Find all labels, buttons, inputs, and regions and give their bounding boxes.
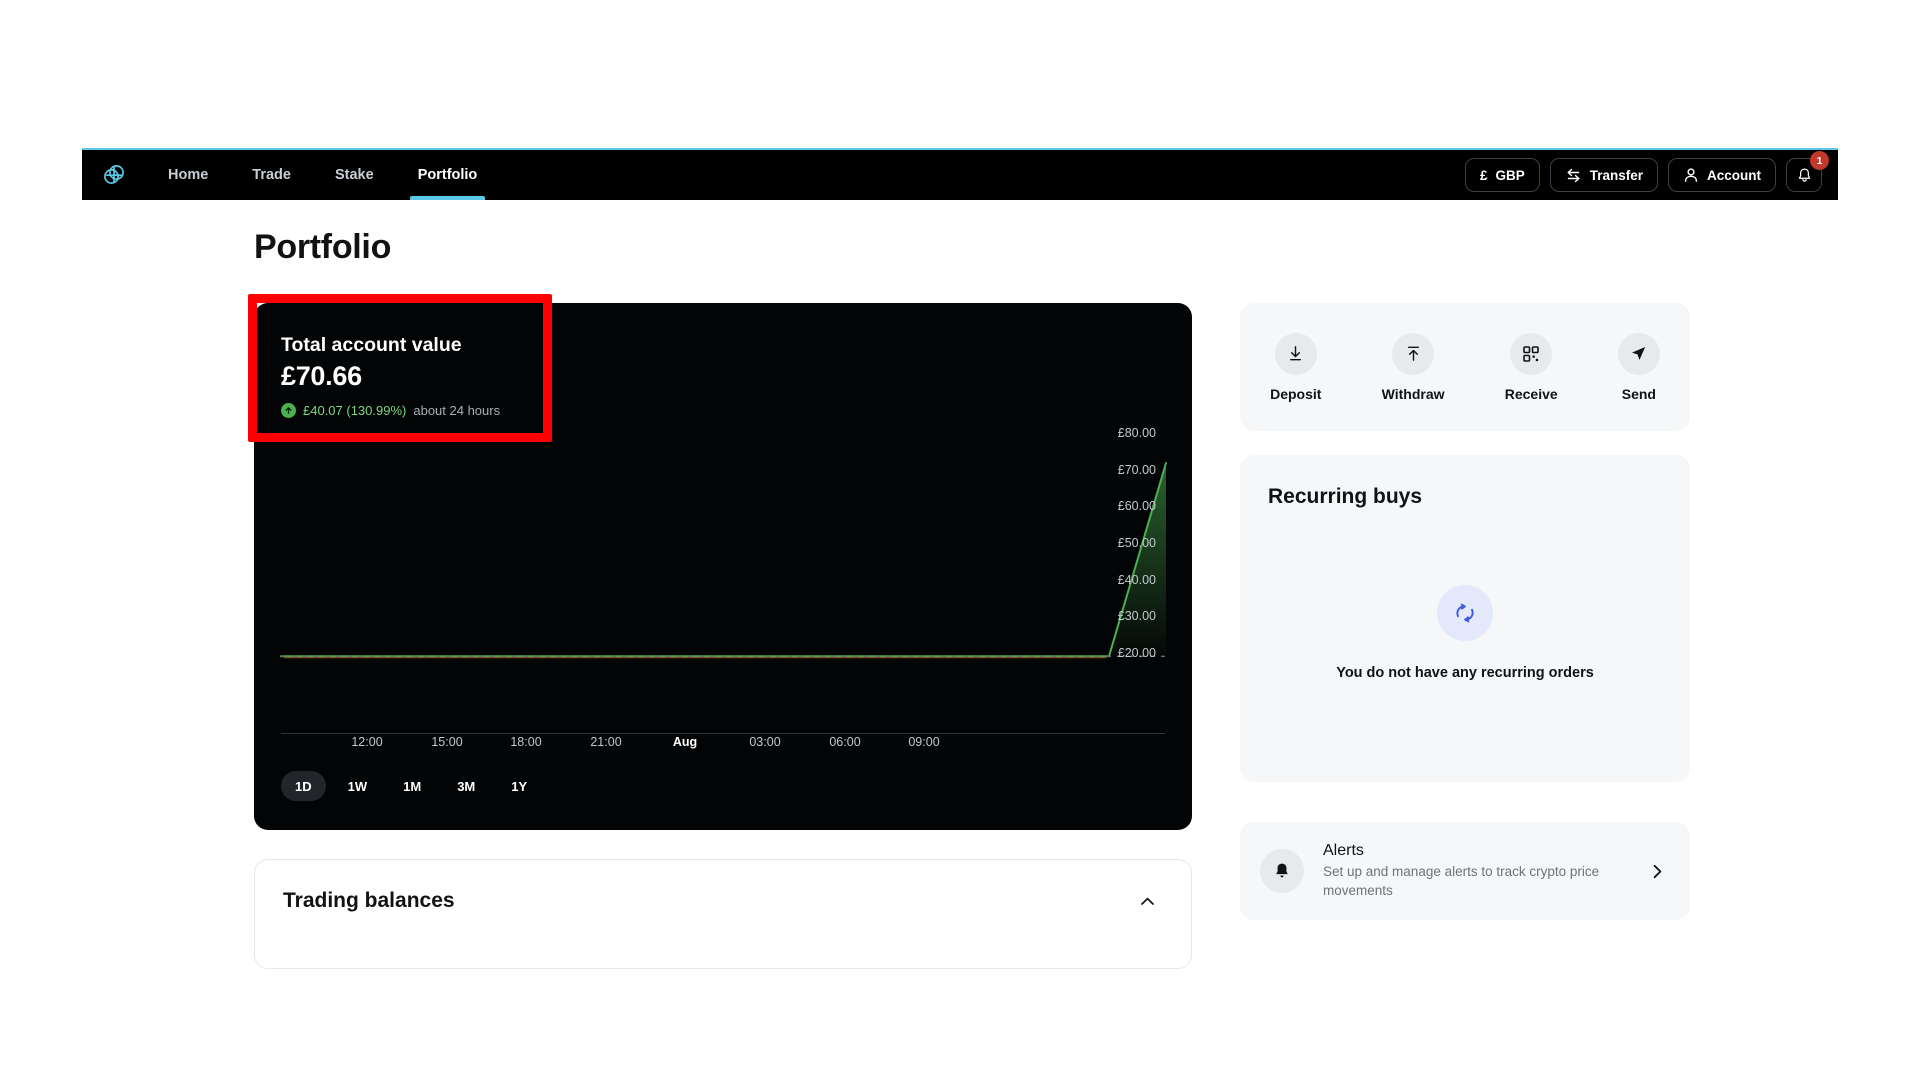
alerts-text-block: Alerts Set up and manage alerts to track…	[1323, 842, 1649, 899]
range-button-1y-label: 1Y	[511, 778, 528, 794]
y-tick-20: £20.00	[1117, 646, 1156, 660]
chart-x-axis-line	[281, 733, 1165, 734]
range-button-1d-label: 1D	[295, 778, 312, 794]
chart-plot-area	[254, 413, 1192, 723]
total-account-value-block: Total account value £70.66 £40.07 (130.9…	[281, 334, 500, 418]
transfer-button-label: Transfer	[1589, 167, 1643, 183]
alerts-subtitle: Set up and manage alerts to track crypto…	[1323, 864, 1600, 898]
range-button-1w[interactable]: 1W	[334, 771, 382, 801]
chart-x-axis: 12:00 15:00 18:00 21:00 Aug 03:00 06:00 …	[254, 735, 1192, 759]
deposit-action[interactable]: Deposit	[1270, 332, 1322, 402]
x-tick-2100: 21:00	[590, 735, 622, 749]
range-button-1m[interactable]: 1M	[389, 771, 435, 801]
refresh-sync-icon	[1437, 585, 1493, 641]
portfolio-chart-card: Total account value £70.66 £40.07 (130.9…	[254, 303, 1192, 830]
withdraw-action-label: Withdraw	[1381, 385, 1445, 402]
chevron-up-icon	[1141, 897, 1154, 905]
y-tick-70: £70.00	[1117, 462, 1156, 477]
account-button-label: Account	[1707, 167, 1761, 183]
nav-item-portfolio[interactable]: Portfolio	[396, 150, 500, 200]
recurring-buys-card: Recurring buys You do not have any recur…	[1240, 455, 1690, 782]
notification-badge: 1	[1810, 151, 1829, 170]
chevron-right-icon	[1653, 864, 1662, 878]
y-tick-80: £80.00	[1117, 426, 1156, 440]
x-tick-0900: 09:00	[908, 735, 940, 749]
top-navbar: Home Trade Stake Portfolio £ GBP Transfe…	[82, 148, 1838, 200]
receive-action-label: Receive	[1504, 385, 1558, 402]
y-tick-30: £30.00	[1117, 609, 1156, 624]
nav-item-home-label: Home	[168, 167, 209, 183]
range-button-3m-label: 3M	[457, 778, 476, 794]
alerts-open-button[interactable]	[1649, 863, 1666, 880]
nav-item-stake[interactable]: Stake	[313, 150, 396, 200]
currency-symbol: £	[1479, 167, 1488, 183]
nav-item-trade-label: Trade	[252, 167, 291, 183]
x-tick-1500: 15:00	[431, 735, 463, 749]
range-button-1m-label: 1M	[403, 778, 422, 794]
y-tick-60: £60.00	[1117, 499, 1156, 514]
recurring-buys-empty-text: You do not have any recurring orders	[1336, 665, 1594, 681]
send-action-label: Send	[1621, 385, 1656, 402]
chart-line	[280, 462, 1167, 658]
nav-item-home[interactable]: Home	[146, 150, 230, 200]
range-button-3m[interactable]: 3M	[443, 771, 489, 801]
trading-balances-title: Trading balances	[283, 889, 455, 912]
send-action[interactable]: Send	[1617, 332, 1660, 402]
total-account-value-label: Total account value	[281, 334, 462, 356]
notifications-button[interactable]: 1	[1786, 151, 1829, 192]
deposit-action-label: Deposit	[1270, 385, 1322, 402]
y-tick-50: £50.00	[1117, 536, 1156, 550]
trading-balances-collapse-button[interactable]	[1138, 892, 1157, 911]
alerts-bell-icon	[1260, 849, 1304, 893]
transfer-arrows-icon	[1567, 168, 1580, 182]
x-tick-0600: 06:00	[829, 735, 861, 749]
user-icon	[1684, 168, 1698, 182]
recurring-buys-title: Recurring buys	[1268, 485, 1423, 508]
page-title: Portfolio	[254, 228, 392, 266]
bell-icon	[1798, 167, 1810, 182]
currency-code-label: GBP	[1495, 167, 1525, 183]
time-range-selector: 1D 1W 1M 3M 1Y	[281, 771, 541, 801]
x-tick-0300: 03:00	[749, 735, 781, 749]
quick-actions-card: Deposit Withdraw Receive Send	[1240, 303, 1690, 431]
nav-item-stake-label: Stake	[334, 167, 374, 183]
currency-selector-button[interactable]: £ GBP	[1464, 158, 1540, 192]
alerts-card[interactable]: Alerts Set up and manage alerts to track…	[1240, 822, 1690, 920]
receive-action[interactable]: Receive	[1504, 332, 1558, 402]
account-button[interactable]: Account	[1668, 158, 1776, 192]
x-tick-1200: 12:00	[351, 735, 383, 749]
app-logo[interactable]	[82, 162, 146, 188]
range-button-1d[interactable]: 1D	[281, 771, 326, 801]
upload-arrow-icon	[1392, 332, 1435, 375]
nav-item-trade[interactable]: Trade	[230, 150, 313, 200]
trading-balances-card: Trading balances	[254, 859, 1192, 969]
x-tick-1800: 18:00	[510, 735, 542, 749]
chart-area-fill	[281, 463, 1166, 657]
transfer-button[interactable]: Transfer	[1549, 158, 1658, 192]
exchange-logo-icon	[104, 165, 124, 184]
y-tick-40: £40.00	[1117, 572, 1156, 587]
paper-plane-icon	[1617, 332, 1660, 375]
alerts-title: Alerts	[1323, 842, 1364, 860]
total-account-value-amount: £70.66	[281, 361, 362, 391]
range-button-1y[interactable]: 1Y	[497, 771, 541, 801]
nav-links: Home Trade Stake Portfolio	[146, 150, 499, 200]
withdraw-action[interactable]: Withdraw	[1381, 332, 1445, 402]
chart-y-axis: £80.00 £70.00 £60.00 £50.00 £40.00 £30.0…	[1064, 413, 1174, 723]
range-button-1w-label: 1W	[347, 778, 368, 794]
nav-item-portfolio-label: Portfolio	[417, 167, 478, 183]
account-value-line-chart	[280, 462, 1167, 659]
x-tick-aug: Aug	[672, 735, 698, 749]
nav-right-group: £ GBP Transfer Account 1	[1464, 151, 1838, 192]
recurring-buys-empty-state: You do not have any recurring orders	[1240, 585, 1690, 681]
download-arrow-icon	[1274, 332, 1317, 375]
nav-left-group: Home Trade Stake Portfolio	[82, 150, 499, 200]
qr-code-icon	[1510, 332, 1553, 375]
